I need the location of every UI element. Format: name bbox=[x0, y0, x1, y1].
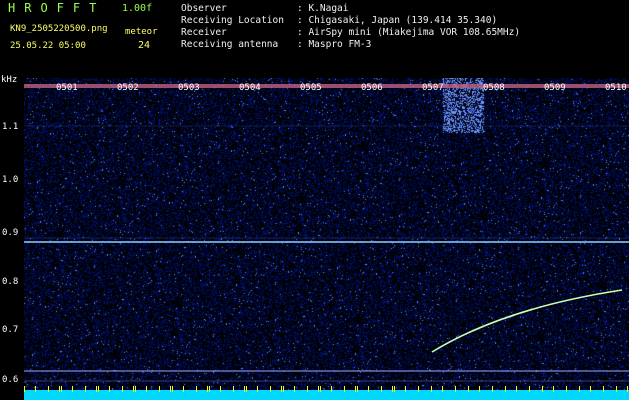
level-spike bbox=[196, 386, 197, 392]
level-spike bbox=[405, 386, 406, 392]
level-spike bbox=[220, 386, 221, 392]
level-spike bbox=[270, 386, 271, 392]
top-frequency-band bbox=[24, 84, 629, 88]
level-spike bbox=[394, 386, 395, 392]
level-spike bbox=[98, 386, 99, 392]
app-version: 1.00f bbox=[122, 3, 153, 14]
y-tick-label: 0.7 bbox=[2, 325, 19, 335]
x-tick-label: 0502 bbox=[117, 83, 139, 93]
level-spike bbox=[85, 386, 86, 392]
info-row-observer: Observer: K.Nagai bbox=[181, 3, 349, 14]
level-spike bbox=[431, 386, 432, 392]
meteor-count-label: meteor bbox=[125, 27, 158, 37]
image-filename: KN9_2505220500.png bbox=[10, 24, 108, 34]
level-spike bbox=[603, 386, 604, 392]
level-spike bbox=[392, 386, 393, 392]
spectrogram-overlay: 0501 0502 0503 0504 0505 0506 0507 0508 0509 0510 bbox=[24, 83, 629, 400]
level-spike bbox=[24, 386, 25, 392]
level-spike bbox=[233, 386, 234, 392]
x-tick-label: 0507 bbox=[422, 83, 444, 93]
level-spike bbox=[294, 386, 295, 392]
level-spike bbox=[172, 386, 173, 392]
level-spike bbox=[146, 386, 147, 392]
level-spike bbox=[257, 386, 258, 392]
level-spike bbox=[516, 386, 517, 392]
level-spike bbox=[109, 386, 110, 392]
level-spike bbox=[72, 386, 73, 392]
info-row-location: Receiving Location: Chigasaki, Japan (13… bbox=[181, 15, 498, 26]
level-spike bbox=[627, 386, 628, 392]
level-spike bbox=[246, 386, 247, 392]
level-spike bbox=[542, 386, 543, 392]
info-row-antenna: Receiving antenna: Maspro FM-3 bbox=[181, 39, 372, 50]
observation-datetime: 25.05.22 05:00 bbox=[10, 41, 86, 51]
level-spike bbox=[492, 386, 493, 392]
x-tick-label: 0503 bbox=[178, 83, 200, 93]
level-spike bbox=[170, 386, 171, 392]
level-spike bbox=[35, 386, 36, 392]
meteor-count-value: 24 bbox=[138, 40, 151, 51]
y-tick-label: 1.0 bbox=[2, 175, 19, 185]
level-spike bbox=[381, 386, 382, 392]
y-tick-label: 1.1 bbox=[2, 122, 19, 132]
level-spike bbox=[318, 386, 319, 392]
x-tick-label: 0506 bbox=[361, 83, 383, 93]
level-spike bbox=[209, 386, 210, 392]
y-tick-label: 0.6 bbox=[2, 375, 19, 385]
level-spike bbox=[135, 386, 136, 392]
level-spike bbox=[529, 386, 530, 392]
level-spike bbox=[566, 386, 567, 392]
level-spike bbox=[616, 386, 617, 392]
y-tick-label: 0.9 bbox=[2, 228, 19, 238]
level-spike bbox=[479, 386, 480, 392]
station-info: Observer: K.Nagai Receiving Location: Ch… bbox=[181, 3, 520, 51]
level-spike bbox=[61, 386, 62, 392]
header-panel: HROFFT 1.00f KN9_2505220500.png 25.05.22… bbox=[0, 0, 629, 74]
level-spike bbox=[468, 386, 469, 392]
level-spike bbox=[96, 386, 97, 392]
meteor-trace bbox=[431, 289, 623, 353]
level-spike bbox=[159, 386, 160, 392]
info-row-receiver: Receiver: AirSpy mini (Miakejima VOR 108… bbox=[181, 27, 521, 38]
level-spike bbox=[344, 386, 345, 392]
level-spike bbox=[283, 386, 284, 392]
level-spike bbox=[553, 386, 554, 392]
level-spike bbox=[590, 386, 591, 392]
level-spike bbox=[207, 386, 208, 392]
level-spike bbox=[331, 386, 332, 392]
bottom-level-bar bbox=[24, 390, 629, 400]
level-spike bbox=[320, 386, 321, 392]
x-tick-label: 0505 bbox=[300, 83, 322, 93]
y-tick-label: 0.8 bbox=[2, 277, 19, 287]
x-tick-label: 0501 bbox=[56, 83, 78, 93]
x-tick-label: 0508 bbox=[483, 83, 505, 93]
level-spike bbox=[357, 386, 358, 392]
level-spike bbox=[355, 386, 356, 392]
x-tick-label: 0504 bbox=[239, 83, 261, 93]
level-spike bbox=[579, 386, 580, 392]
level-spike bbox=[48, 386, 49, 392]
level-spike bbox=[442, 386, 443, 392]
level-spike bbox=[183, 386, 184, 392]
level-spike bbox=[122, 386, 123, 392]
level-spike bbox=[455, 386, 456, 392]
level-spike bbox=[418, 386, 419, 392]
x-tick-label: 0509 bbox=[544, 83, 566, 93]
level-spike bbox=[133, 386, 134, 392]
level-spike bbox=[244, 386, 245, 392]
axis-unit-label: kHz bbox=[1, 75, 18, 85]
level-spike bbox=[307, 386, 308, 392]
level-spike bbox=[368, 386, 369, 392]
app-name: HROFFT bbox=[8, 1, 106, 15]
level-spike bbox=[505, 386, 506, 392]
x-tick-label: 0510 bbox=[605, 83, 627, 93]
level-spike bbox=[281, 386, 282, 392]
level-spike bbox=[59, 386, 60, 392]
